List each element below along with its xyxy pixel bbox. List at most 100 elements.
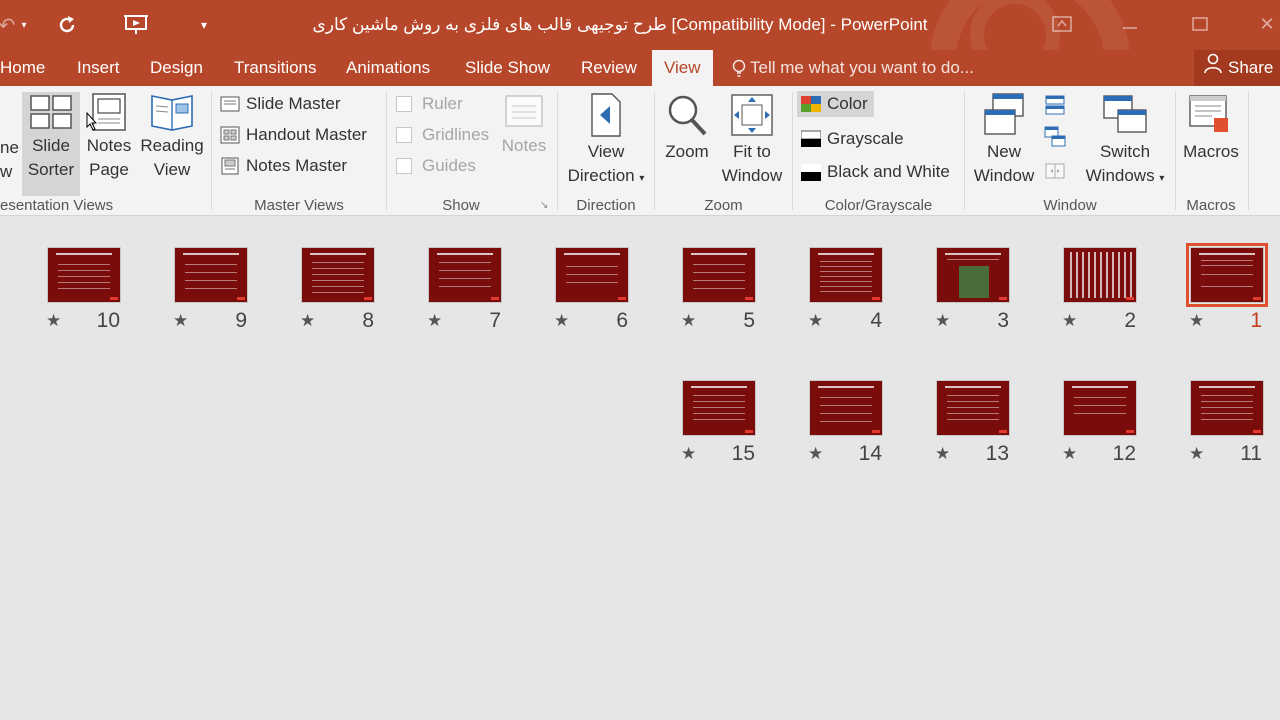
gridlines-checkbox[interactable]: Gridlines <box>396 122 489 148</box>
slide-thumbnail[interactable] <box>1063 380 1137 436</box>
group-separator <box>557 92 558 210</box>
magnifier-icon <box>668 95 707 136</box>
notes-page-label: Notes <box>86 136 132 155</box>
slide-thumbnail[interactable] <box>682 380 756 436</box>
new-window-icon <box>984 93 1024 135</box>
fit-to-window-button[interactable]: Fit to Window <box>716 92 788 188</box>
tab-slide-show[interactable]: Slide Show <box>465 50 550 86</box>
guides-check-box[interactable] <box>396 158 412 174</box>
reading-view-label: Reading <box>140 136 204 155</box>
ruler-checkbox[interactable]: Ruler <box>396 91 463 117</box>
group-label-show: Show <box>442 197 480 214</box>
tab-animations[interactable]: Animations <box>346 50 430 86</box>
view-direction-icon <box>591 93 621 137</box>
slide-thumbnail[interactable] <box>682 247 756 303</box>
black-and-white-button[interactable]: Black and White <box>801 159 950 185</box>
slide-thumbnail[interactable] <box>809 380 883 436</box>
notes-page-label-2: Page <box>89 160 129 179</box>
notes-page-button[interactable]: Notes Page <box>82 92 136 182</box>
cascade-icon[interactable] <box>1044 126 1066 148</box>
group-label-direction: Direction <box>576 197 636 214</box>
new-window-button[interactable]: New Window <box>968 92 1040 188</box>
color-button[interactable]: Color <box>797 91 874 117</box>
ribbon: ne w Slide Sorter Notes Page Reading Vie… <box>0 86 1280 216</box>
macros-label: Macros <box>1183 142 1239 161</box>
tell-me-placeholder: Tell me what you want to do... <box>750 58 974 77</box>
slide-thumbnail[interactable] <box>301 247 375 303</box>
tab-review[interactable]: Review <box>581 50 637 86</box>
slide-thumbnail[interactable] <box>174 247 248 303</box>
tab-home[interactable]: Home <box>0 50 45 86</box>
reading-view-button[interactable]: Reading View <box>138 92 206 182</box>
slide-thumbnail-selected[interactable] <box>1186 243 1268 307</box>
dialog-launcher-icon[interactable]: ↘ <box>540 200 548 211</box>
macros-icon <box>1189 95 1228 132</box>
handout-master-icon <box>220 126 240 144</box>
zoom-button[interactable]: Zoom <box>660 92 714 164</box>
slide-number: 11 <box>1240 442 1262 465</box>
minimize-icon[interactable] <box>1110 8 1150 40</box>
tab-transitions[interactable]: Transitions <box>234 50 317 86</box>
color-label: Color <box>827 94 868 113</box>
slide-number: 2 <box>1124 309 1136 332</box>
share-button[interactable]: Share <box>1194 50 1280 86</box>
slide-thumbnail[interactable] <box>1063 247 1137 303</box>
customize-qat-icon[interactable]: ▾ <box>196 10 212 40</box>
slide-thumbnail[interactable] <box>1190 380 1264 436</box>
chevron-down-icon: ▾ <box>639 173 645 184</box>
notes-master-button[interactable]: Notes Master <box>220 153 347 179</box>
tab-insert[interactable]: Insert <box>77 50 120 86</box>
star-icon: ★ <box>808 311 824 330</box>
slide-sorter-button[interactable]: Slide Sorter <box>22 92 80 196</box>
slide-thumbnail[interactable] <box>936 380 1010 436</box>
redo-arrow-icon[interactable] <box>52 10 82 40</box>
tab-design[interactable]: Design <box>150 50 203 86</box>
slide-number: 14 <box>858 442 882 465</box>
star-icon: ★ <box>681 311 697 330</box>
gridlines-check-box[interactable] <box>396 127 412 143</box>
ribbon-display-options-icon[interactable] <box>1042 8 1082 40</box>
title-bar: ↶ ▾ ▾ طرح توجیهی قالب های فلزی به روش ما… <box>0 0 1280 50</box>
slide-number: 7 <box>489 309 501 332</box>
slide-thumbnail[interactable] <box>47 247 121 303</box>
maximize-icon[interactable] <box>1180 8 1220 40</box>
star-icon: ★ <box>935 444 951 463</box>
move-split-icon[interactable] <box>1044 160 1066 182</box>
slide-thumbnail[interactable] <box>936 247 1010 303</box>
arrange-all-icon[interactable] <box>1044 94 1066 116</box>
switch-windows-label-2: Windows <box>1085 166 1155 185</box>
slide-thumbnail[interactable] <box>809 247 883 303</box>
notes-master-label: Notes Master <box>246 156 348 175</box>
slide-master-label: Slide Master <box>246 94 341 113</box>
group-label-master-views: Master Views <box>254 197 344 214</box>
slide-number: 12 <box>1112 442 1136 465</box>
normal-view-button[interactable]: ne w <box>0 136 20 184</box>
group-label-window: Window <box>1043 197 1097 214</box>
fit-to-window-label-2: Window <box>721 166 783 185</box>
normal-view-label: ne <box>0 138 19 157</box>
view-direction-button[interactable]: View Direction ▾ <box>562 92 650 191</box>
handout-master-button[interactable]: Handout Master <box>220 122 367 148</box>
person-icon <box>1202 51 1228 87</box>
switch-windows-button[interactable]: Switch Windows ▾ <box>1078 92 1172 191</box>
tell-me-search[interactable]: Tell me what you want to do... <box>732 50 974 86</box>
slide-number-selected: 1 <box>1250 309 1262 332</box>
guides-label: Guides <box>422 156 476 175</box>
slide-thumbnail[interactable] <box>428 247 502 303</box>
start-presentation-icon[interactable] <box>120 10 154 40</box>
new-window-label-2: Window <box>973 166 1035 185</box>
guides-checkbox[interactable]: Guides <box>396 153 476 179</box>
notes-button[interactable]: Notes <box>496 92 552 158</box>
tab-view[interactable]: View <box>652 50 713 86</box>
slide-thumbnail[interactable] <box>555 247 629 303</box>
macros-button[interactable]: Macros <box>1180 92 1242 164</box>
undo-icon[interactable]: ↶ <box>0 10 15 40</box>
slide-number: 4 <box>870 309 882 332</box>
slide-master-button[interactable]: Slide Master <box>220 91 340 117</box>
slide-number: 9 <box>235 309 247 332</box>
close-icon[interactable]: ✕ <box>1254 8 1280 40</box>
group-separator <box>964 92 965 210</box>
undo-dropdown-icon[interactable]: ▾ <box>16 10 32 40</box>
grayscale-button[interactable]: Grayscale <box>800 126 904 152</box>
ruler-check-box[interactable] <box>396 96 412 112</box>
